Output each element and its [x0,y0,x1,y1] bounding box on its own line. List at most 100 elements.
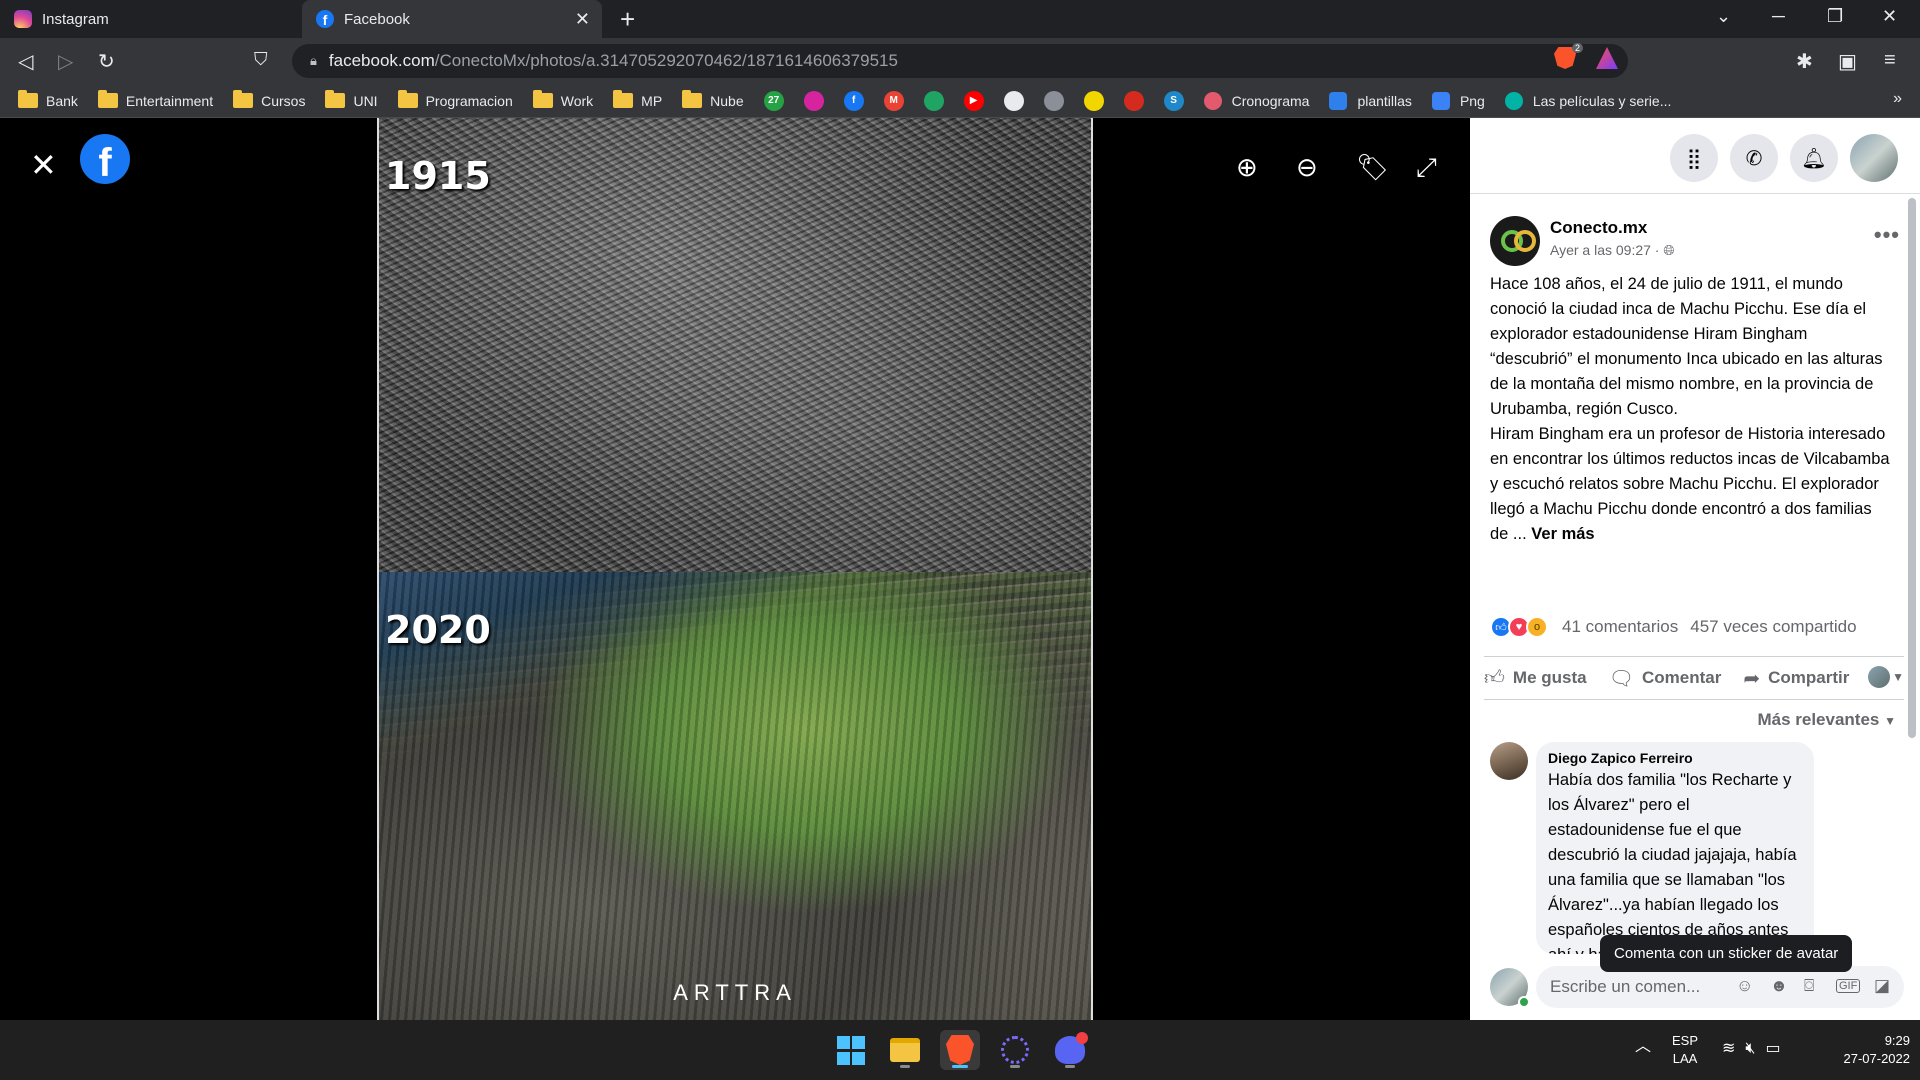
bookmark-folder-uni[interactable]: UNI [325,90,378,109]
more-bookmarks-icon[interactable]: » [1893,90,1902,108]
more-options-icon[interactable]: ••• [1874,222,1900,248]
tab-title: Facebook [344,10,410,28]
comment-label: Comentar [1641,668,1722,687]
minimize-button[interactable]: ─ [1772,6,1785,27]
bookmark-peliculas[interactable]: Las películas y serie... [1504,91,1671,110]
reload-icon[interactable]: ↻ [98,49,115,74]
folder-icon [613,90,634,108]
commenter-avatar[interactable] [1490,742,1528,780]
bookmark-folder-bank[interactable]: Bank [18,90,78,109]
gif-icon[interactable]: GIF [1836,979,1861,993]
tab-search-icon[interactable]: ⌄ [1716,6,1731,27]
clock-date: 27-07-2022 [1843,1051,1911,1066]
page-avatar[interactable] [1490,216,1540,266]
globe-icon: 🌐︎ [1663,242,1675,258]
bm-yellow-icon[interactable] [1083,90,1104,111]
bm-globe-icon[interactable] [1043,90,1064,111]
toolbar: ◁ ▷ ↻ ⛉ 🔒︎ facebook.com/ConectoMx/photos… [0,38,1920,84]
caret-down-icon: ▼ [1892,670,1904,684]
address-bar[interactable]: 🔒︎ facebook.com/ConectoMx/photos/a.31470… [292,44,1628,78]
battery-icon: ▭ [1765,1040,1791,1057]
page-name[interactable]: Conecto.mx [1550,218,1647,238]
visual-studio-icon[interactable] [995,1030,1035,1070]
bookmark-cronograma[interactable]: Cronograma [1203,91,1309,110]
instagram-icon [14,10,32,28]
sticker-icon[interactable]: ◪ [1874,976,1890,996]
bookmark-label: MP [641,92,663,109]
brave-browser-icon[interactable] [940,1030,980,1070]
bookmark-folder-entertainment[interactable]: Entertainment [97,90,213,109]
photo-year-label: 2020 [385,608,491,652]
account-avatar[interactable] [1850,134,1898,182]
avatar-sticker-icon[interactable]: ☺ [1736,976,1753,996]
bookmark-icon[interactable]: ⛉ [254,49,268,70]
bm-s-icon[interactable]: S [1163,90,1184,111]
input-language[interactable]: ESP LAA [1672,1032,1698,1068]
bookmark-plantillas[interactable]: plantillas [1329,91,1412,110]
like-label: Me gusta [1512,668,1587,687]
new-tab-button[interactable]: + [620,4,635,35]
tag-icon[interactable]: 🏷︎ [1356,152,1389,183]
like-button[interactable]: 👍︎ Me gusta [1484,666,1587,690]
commenter-name[interactable]: Diego Zapico Ferreiro [1548,750,1802,766]
discord-icon[interactable] [1050,1030,1090,1070]
share-button[interactable]: ➦ Compartir [1743,666,1849,691]
avatar [1868,666,1891,688]
bookmark-folder-work[interactable]: Work [532,90,594,109]
bm-gmail-icon[interactable]: M [883,90,904,111]
forward-icon[interactable]: ▷ [58,49,73,74]
back-icon[interactable]: ◁ [18,49,33,74]
menu-grid-icon[interactable]: ⣿ [1670,134,1718,182]
bm-drive-icon[interactable] [923,90,944,111]
notifications-icon[interactable]: 🔔︎ [1790,134,1838,182]
restore-button[interactable]: ❐ [1827,6,1843,27]
bm-maple-icon[interactable] [1123,90,1144,111]
show-hidden-icons-icon[interactable]: ︿ [1635,1038,1651,1056]
panel-scrollbar[interactable] [1908,198,1916,738]
bm-youtube-icon[interactable]: ▶ [963,90,984,111]
comment-sort-dropdown[interactable]: Más relevantes ▼ [1757,710,1896,730]
shares-count[interactable]: 457 veces compartido [1690,617,1856,637]
bookmark-folder-cursos[interactable]: Cursos [233,90,305,109]
comment-button[interactable]: 🗨︎ Comentar [1609,666,1722,691]
shields-badge: 2 [1572,43,1584,53]
facebook-logo-icon[interactable]: f [80,134,130,184]
reaction-summary[interactable]: 👍︎ ♥ o 41 comentarios 457 veces comparti… [1490,612,1904,642]
close-window-button[interactable]: ✕ [1882,6,1897,27]
folder-icon [18,90,38,108]
wallet-icon[interactable]: ▣ [1838,49,1857,74]
bookmark-folder-nube[interactable]: Nube [682,90,744,109]
see-more-link[interactable]: Ver más [1531,525,1594,543]
folder-icon [397,90,418,108]
bm-badge-27-icon[interactable]: 27 [763,90,784,111]
bookmark-folder-mp[interactable]: MP [613,90,663,109]
tab-instagram[interactable]: Instagram [0,0,302,38]
post-timestamp[interactable]: Ayer a las 09:27 · 🌐︎ [1550,242,1675,259]
bm-instagram-icon[interactable] [803,90,824,111]
camera-icon[interactable]: ⌼ [1804,976,1814,996]
bookmark-folder-programacion[interactable]: Programacion [397,90,513,109]
close-icon[interactable]: ✕ [30,146,57,184]
tab-strip: Instagram f Facebook ✕ + ⌄ ─ ❐ ✕ [0,0,1920,38]
menu-icon[interactable]: ≡ [1884,49,1896,72]
react-as-selector[interactable]: ▼ [1868,666,1904,688]
bookmark-png[interactable]: Png [1431,91,1485,110]
quick-settings[interactable]: ≋🔇︎▭ [1722,1040,1791,1058]
fullscreen-icon[interactable]: ⤢ [1416,152,1437,184]
bm-facebook-icon[interactable]: f [843,90,864,111]
clock[interactable]: 9:29 27-07-2022 [1820,1032,1911,1068]
emoji-icon[interactable]: ☻ [1770,976,1788,996]
file-explorer-icon[interactable] [885,1030,925,1070]
bm-github-icon[interactable] [1003,90,1024,111]
share-label: Compartir [1768,668,1850,687]
extensions-icon[interactable]: ✱ [1796,49,1813,74]
comments-count[interactable]: 41 comentarios [1562,617,1678,637]
close-tab-icon[interactable]: ✕ [575,9,590,30]
messenger-icon[interactable]: ✆ [1730,134,1778,182]
sort-label: Más relevantes [1757,710,1880,729]
zoom-out-icon[interactable]: ⊖ [1296,152,1318,183]
start-icon[interactable] [830,1030,870,1070]
zoom-in-icon[interactable]: ⊕ [1236,152,1258,183]
bookmark-label: Work [560,92,594,109]
tab-facebook[interactable]: f Facebook ✕ [302,0,602,38]
